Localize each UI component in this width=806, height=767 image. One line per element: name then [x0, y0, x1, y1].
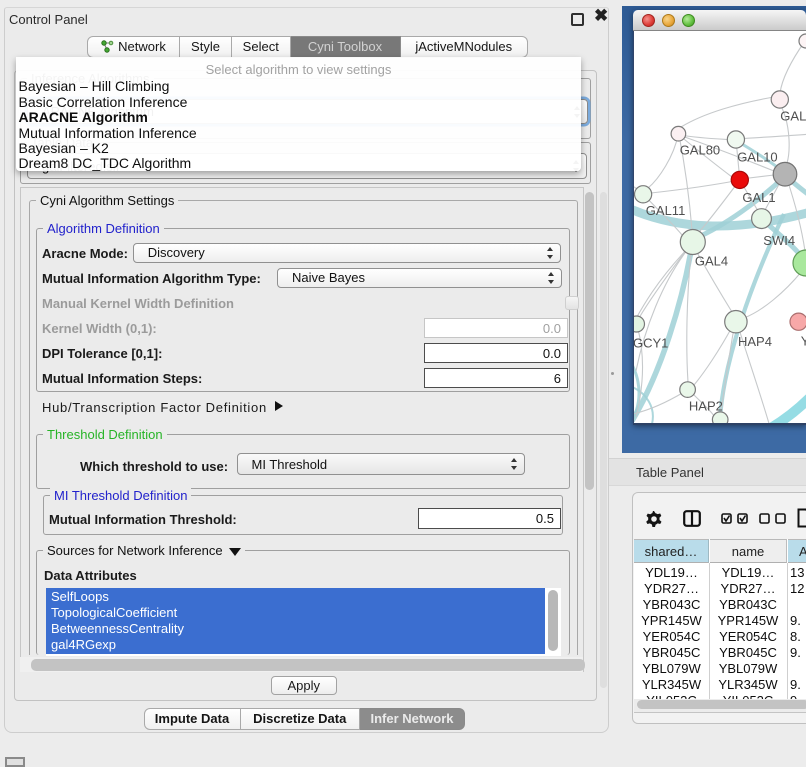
svg-text:HAP2: HAP2 — [689, 399, 723, 414]
svg-text:GAL4: GAL4 — [695, 254, 728, 269]
svg-text:GAL80: GAL80 — [680, 143, 720, 158]
svg-text:GAL10: GAL10 — [737, 150, 777, 165]
svg-text:GCY1: GCY1 — [634, 336, 668, 351]
svg-text:SWI4: SWI4 — [763, 233, 795, 248]
svg-text:Y: Y — [801, 334, 806, 349]
svg-text:HAP4: HAP4 — [738, 334, 772, 349]
svg-text:GAL: GAL — [780, 109, 806, 124]
svg-text:GAL1: GAL1 — [742, 190, 775, 205]
svg-text:GAL11: GAL11 — [646, 203, 686, 218]
